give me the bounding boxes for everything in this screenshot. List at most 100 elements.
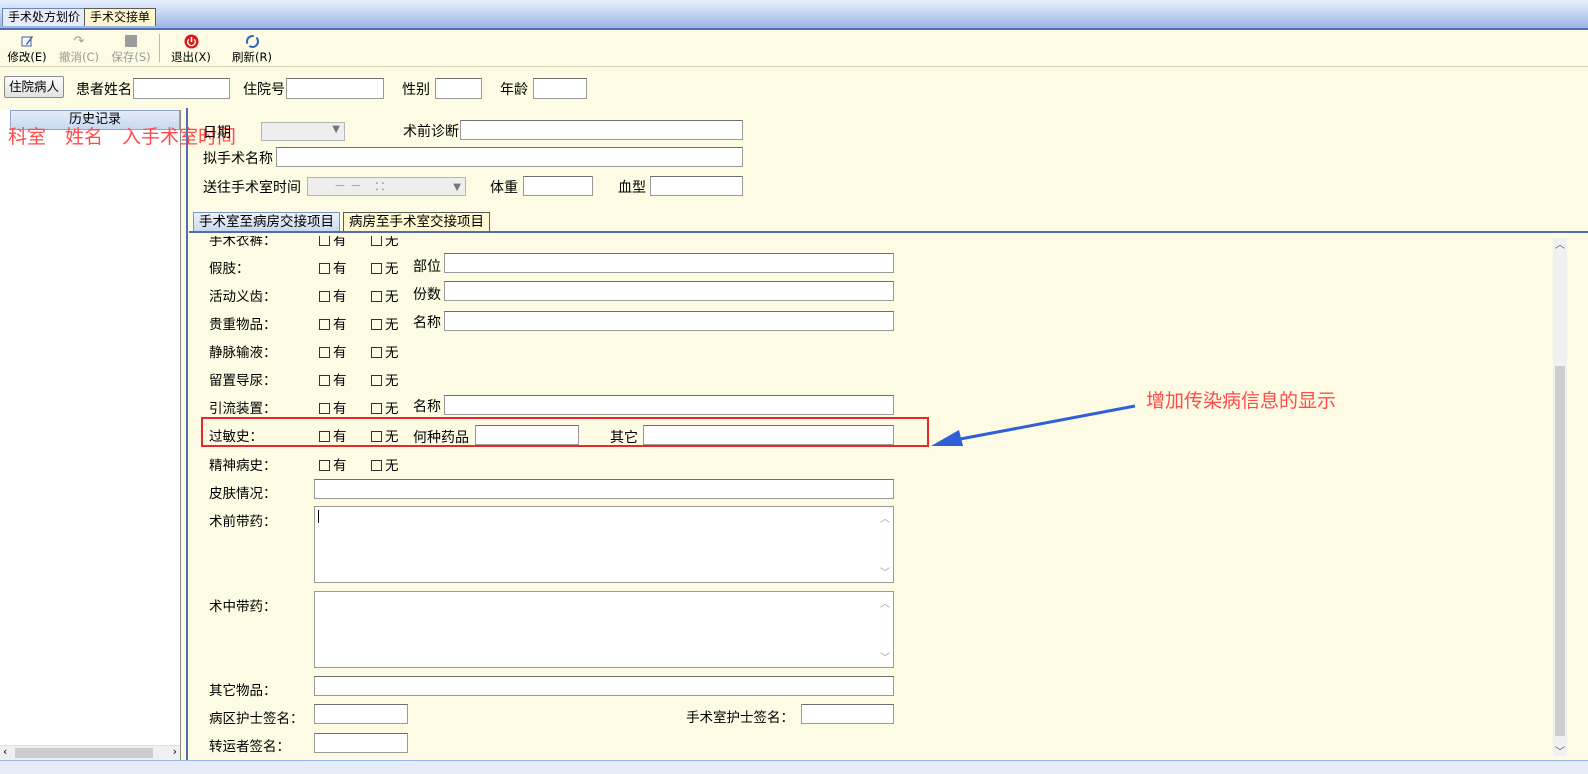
- save-icon: [123, 34, 139, 49]
- scroll-right-icon[interactable]: ›: [173, 745, 177, 758]
- edit-icon: [19, 34, 35, 49]
- status-bar: [0, 760, 1588, 774]
- date-picker[interactable]: ▼: [261, 122, 345, 141]
- annotation-text: 增加传染病信息的显示: [1146, 390, 1337, 412]
- scroll-up-icon[interactable]: ︿: [880, 510, 890, 525]
- or-nurse-sign-field[interactable]: [801, 704, 894, 724]
- inpatient-button[interactable]: 住院病人: [4, 76, 64, 98]
- date-label: 日期: [203, 125, 231, 141]
- clothing-no-checkbox[interactable]: 无: [371, 236, 399, 249]
- clothing-label: 手术衣裤：: [209, 236, 277, 249]
- drainage-yes-checkbox[interactable]: 有: [319, 397, 347, 417]
- prosthesis-location-label: 部位: [413, 259, 441, 275]
- catheter-yes-checkbox[interactable]: 有: [319, 369, 347, 389]
- edit-button[interactable]: 修改(E): [5, 32, 49, 64]
- handover-items-panel: 手术衣裤： 有 无 假肢： 有 无 部位 活动义齿： 有 无 份数 贵重物品： …: [191, 236, 1551, 756]
- main-border: [186, 108, 188, 760]
- other-items-field[interactable]: [314, 676, 894, 696]
- chevron-down-icon: ▼: [332, 124, 340, 135]
- planned-surgery-label: 拟手术名称: [203, 151, 273, 167]
- prosthesis-no-checkbox[interactable]: 无: [371, 257, 399, 277]
- valuables-name-field[interactable]: [444, 311, 894, 331]
- clothing-yes-checkbox[interactable]: 有: [319, 236, 347, 249]
- tab-underline: [189, 231, 1588, 233]
- save-button[interactable]: 保存(S): [109, 32, 153, 64]
- undo-button[interactable]: ↷ 撤消(C): [57, 32, 101, 64]
- preop-diagnosis-field[interactable]: [460, 120, 743, 140]
- iv-yes-checkbox[interactable]: 有: [319, 341, 347, 361]
- catheter-label: 留置导尿：: [209, 373, 277, 389]
- tab-ward-to-or[interactable]: 病房至手术室交接项目: [343, 212, 490, 232]
- intraop-meds-label: 术中带药：: [209, 599, 277, 615]
- drainage-name-label: 名称: [413, 399, 441, 415]
- send-time-picker[interactable]: － － ：： ▼: [307, 177, 466, 196]
- prosthesis-yes-checkbox[interactable]: 有: [319, 257, 347, 277]
- preop-meds-label: 术前带药：: [209, 514, 277, 530]
- drainage-no-checkbox[interactable]: 无: [371, 397, 399, 417]
- other-items-label: 其它物品：: [209, 683, 277, 699]
- valuables-name-label: 名称: [413, 315, 441, 331]
- catheter-no-checkbox[interactable]: 无: [371, 369, 399, 389]
- admission-no-field[interactable]: [286, 78, 384, 99]
- weight-label: 体重: [490, 180, 518, 196]
- gender-label: 性别: [402, 82, 430, 98]
- history-panel: 历史记录 科室 姓名 入手术室时间 ‹ ›: [0, 110, 236, 760]
- dentures-yes-checkbox[interactable]: 有: [319, 285, 347, 305]
- dentures-no-checkbox[interactable]: 无: [371, 285, 399, 305]
- psych-history-label: 精神病史：: [209, 458, 277, 474]
- history-horizontal-scrollbar[interactable]: ‹ ›: [0, 745, 180, 760]
- admission-no-label: 住院号: [243, 82, 285, 98]
- scroll-up-icon[interactable]: ︿: [1555, 236, 1565, 251]
- scroll-thumb[interactable]: [1555, 366, 1565, 736]
- ward-nurse-sign-label: 病区护士签名：: [209, 711, 304, 727]
- prosthesis-label: 假肢：: [209, 261, 250, 277]
- valuables-no-checkbox[interactable]: 无: [371, 313, 399, 333]
- transporter-sign-label: 转运者签名：: [209, 739, 290, 755]
- tab-or-to-ward[interactable]: 手术室至病房交接项目: [193, 212, 340, 232]
- psych-yes-checkbox[interactable]: 有: [319, 454, 347, 474]
- dentures-count-label: 份数: [413, 287, 441, 303]
- scroll-down-icon[interactable]: ﹀: [880, 564, 890, 579]
- scroll-up-icon[interactable]: ︿: [880, 595, 890, 610]
- skin-condition-field[interactable]: [314, 479, 894, 499]
- preop-diagnosis-label: 术前诊断: [403, 124, 459, 140]
- intraop-meds-textarea[interactable]: ︿ ﹀: [314, 591, 894, 668]
- drainage-name-field[interactable]: [444, 395, 894, 415]
- patient-name-field[interactable]: [133, 78, 230, 99]
- scroll-thumb[interactable]: [15, 748, 153, 758]
- scroll-down-icon[interactable]: ﹀: [1555, 743, 1565, 758]
- chevron-down-icon: ▼: [453, 182, 461, 193]
- ward-nurse-sign-field[interactable]: [314, 704, 408, 724]
- text-caret: [318, 510, 319, 523]
- preop-meds-textarea[interactable]: ︿ ﹀: [314, 506, 894, 583]
- valuables-yes-checkbox[interactable]: 有: [319, 313, 347, 333]
- tab-surgery-handover[interactable]: 手术交接单: [84, 8, 157, 26]
- blood-type-field[interactable]: [650, 176, 743, 196]
- blood-type-label: 血型: [618, 180, 646, 196]
- skin-condition-label: 皮肤情况：: [209, 486, 277, 502]
- age-field[interactable]: [533, 78, 587, 99]
- dentures-label: 活动义齿：: [209, 289, 277, 305]
- age-label: 年龄: [500, 82, 528, 98]
- undo-icon: ↷: [73, 34, 85, 49]
- power-icon: [183, 34, 199, 49]
- drainage-label: 引流装置：: [209, 401, 277, 417]
- iv-no-checkbox[interactable]: 无: [371, 341, 399, 361]
- refresh-button[interactable]: 刷新(R): [230, 32, 274, 64]
- or-nurse-sign-label: 手术室护士签名：: [686, 710, 794, 726]
- gender-field[interactable]: [435, 78, 482, 99]
- form-vertical-scrollbar[interactable]: ︿ ﹀: [1553, 236, 1567, 758]
- psych-no-checkbox[interactable]: 无: [371, 454, 399, 474]
- tab-surgery-pricing[interactable]: 手术处方划价: [2, 8, 87, 26]
- dentures-count-field[interactable]: [444, 281, 894, 301]
- exit-button[interactable]: 退出(X): [166, 32, 216, 64]
- planned-surgery-field[interactable]: [276, 147, 743, 167]
- toolbar-separator: [159, 34, 160, 62]
- annotation-highlight-box: [201, 417, 929, 447]
- scroll-down-icon[interactable]: ﹀: [880, 649, 890, 664]
- scroll-left-icon[interactable]: ‹: [3, 745, 7, 758]
- module-tab-strip: 手术处方划价 手术交接单: [0, 0, 1588, 30]
- prosthesis-location-field[interactable]: [444, 253, 894, 273]
- weight-field[interactable]: [523, 176, 593, 196]
- transporter-sign-field[interactable]: [314, 733, 408, 753]
